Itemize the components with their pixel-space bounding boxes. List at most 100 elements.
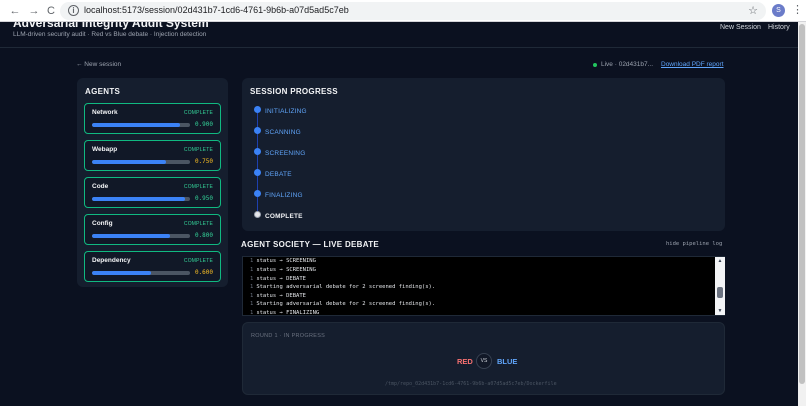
step-dot (254, 148, 261, 155)
app-header: Adversarial Integrity Audit System LLM-d… (0, 22, 806, 48)
agent-card-network[interactable]: Network COMPLETE 0.900 (84, 103, 221, 134)
browser-toolbar: ← → C i localhost:5173/session/02d431b7-… (0, 0, 806, 22)
log-line-number: 1 (250, 267, 254, 273)
agent-progress-fill (92, 123, 181, 127)
bookmark-star-icon[interactable]: ☆ (748, 4, 758, 17)
vs-badge: VS (476, 353, 492, 369)
app-subtitle: LLM-driven security audit · Red vs Blue … (13, 31, 207, 38)
agent-name: Webapp (92, 146, 118, 153)
agent-card-webapp[interactable]: Webapp COMPLETE 0.750 (84, 140, 221, 171)
agent-progress-bar (92, 197, 190, 201)
red-team-label: RED (457, 357, 473, 366)
log-line: 1 status → DEBATE (250, 276, 306, 282)
download-pdf-link[interactable]: Download PDF report (661, 61, 724, 68)
log-line: 1 status → SCREENING (250, 258, 316, 264)
log-text: status → DEBATE (256, 293, 306, 299)
page-scrollbar[interactable] (798, 22, 806, 406)
progress-timeline-line (257, 108, 258, 218)
hide-pipeline-log-toggle[interactable]: hide pipeline log (666, 241, 722, 247)
agent-status-badge: COMPLETE (183, 221, 213, 227)
finding-file-path: /tmp/repo_02d431b7-1cd6-4761-9b6b-a07d5a… (385, 381, 557, 387)
agent-status-badge: COMPLETE (183, 110, 213, 116)
log-scrollbar[interactable]: ▲ ▼ (715, 257, 725, 315)
agent-progress-bar (92, 234, 190, 238)
agent-status-badge: COMPLETE (183, 184, 213, 190)
log-text: status → SCREENING (256, 267, 316, 273)
step-dot (254, 169, 261, 176)
agent-status-badge: COMPLETE (183, 258, 213, 264)
agent-card-code[interactable]: Code COMPLETE 0.950 (84, 177, 221, 208)
step-scanning: SCANNING (265, 129, 301, 136)
agent-progress-fill (92, 197, 186, 201)
session-progress-title: SESSION PROGRESS (250, 87, 338, 96)
agent-score: 0.750 (194, 158, 213, 165)
step-dot (254, 127, 261, 134)
agent-progress-fill (92, 234, 171, 238)
step-initializing: INITIALIZING (265, 108, 307, 115)
back-arrow-icon[interactable]: ← (8, 4, 22, 18)
step-screening: SCREENING (265, 150, 306, 157)
log-line-number: 1 (250, 310, 254, 316)
agent-score: 0.950 (194, 195, 213, 202)
agent-card-config[interactable]: Config COMPLETE 0.800 (84, 214, 221, 245)
profile-avatar[interactable]: S (772, 4, 785, 17)
agent-name: Config (92, 220, 113, 227)
debate-round-panel: ROUND 1 · IN PROGRESS RED VS BLUE /tmp/r… (242, 322, 725, 395)
debate-title: AGENT SOCIETY — LIVE DEBATE (241, 240, 380, 249)
site-info-icon[interactable]: i (68, 5, 79, 16)
log-scroll-thumb[interactable] (717, 287, 723, 298)
step-dot-current (254, 211, 261, 218)
agent-status-badge: COMPLETE (183, 147, 213, 153)
browser-menu-icon[interactable]: ⋮ (792, 3, 803, 16)
log-line: 1 Starting adversarial debate for 2 scree… (250, 284, 435, 290)
new-session-back-link[interactable]: ← New session (76, 61, 121, 68)
url-text[interactable]: localhost:5173/session/02d431b7-1cd6-476… (84, 5, 349, 15)
step-finalizing: FINALIZING (265, 192, 303, 199)
log-text: Starting adversarial debate for 2 screen… (256, 301, 436, 307)
agent-progress-bar (92, 160, 190, 164)
nav-history[interactable]: History (768, 24, 790, 31)
log-line-number: 1 (250, 258, 254, 264)
app-title: Adversarial Integrity Audit System (13, 22, 209, 30)
agents-title: AGENTS (85, 87, 121, 96)
reload-icon[interactable]: C (44, 4, 58, 18)
step-complete: COMPLETE (265, 213, 303, 220)
step-dot (254, 190, 261, 197)
log-text: status → FINALIZING (256, 310, 320, 316)
agent-progress-fill (92, 160, 166, 164)
scroll-up-arrow-icon[interactable]: ▲ (715, 258, 725, 264)
live-status-dot (593, 63, 597, 67)
log-line-number: 1 (250, 301, 254, 307)
agents-panel: AGENTS Network COMPLETE 0.900 Webapp COM… (77, 78, 228, 287)
log-text: status → SCREENING (256, 258, 316, 264)
forward-arrow-icon[interactable]: → (27, 4, 41, 18)
agent-progress-fill (92, 271, 151, 275)
agent-score: 0.900 (194, 121, 213, 128)
agent-name: Dependency (92, 257, 131, 264)
log-line-number: 1 (250, 276, 254, 282)
pipeline-log[interactable]: 1 status → SCREENING 1 status → SCREENING … (242, 256, 725, 316)
agent-progress-bar (92, 123, 190, 127)
address-bar[interactable]: i localhost:5173/session/02d431b7-1cd6-4… (60, 2, 766, 20)
step-debate: DEBATE (265, 171, 292, 178)
log-line-number: 1 (250, 284, 254, 290)
agent-progress-bar (92, 271, 190, 275)
session-progress-panel: SESSION PROGRESS INITIALIZING SCANNING S… (242, 78, 725, 231)
log-text: status → DEBATE (256, 276, 306, 282)
log-line-number: 1 (250, 293, 254, 299)
agent-name: Network (92, 109, 118, 116)
blue-team-label: BLUE (497, 357, 518, 366)
log-line: 1 status → FINALIZING (250, 310, 320, 316)
log-line: 1 status → DEBATE (250, 293, 306, 299)
nav-new-session[interactable]: New Session (720, 24, 761, 31)
agent-score: 0.600 (194, 269, 213, 276)
log-line: 1 Starting adversarial debate for 2 scree… (250, 301, 435, 307)
step-dot (254, 106, 261, 113)
log-line: 1 status → SCREENING (250, 267, 316, 273)
page-scroll-thumb[interactable] (799, 24, 805, 384)
agent-card-dependency[interactable]: Dependency COMPLETE 0.600 (84, 251, 221, 282)
log-text: Starting adversarial debate for 2 screen… (256, 284, 436, 290)
round-status: ROUND 1 · IN PROGRESS (251, 333, 326, 339)
agent-score: 0.800 (194, 232, 213, 239)
scroll-down-arrow-icon[interactable]: ▼ (715, 308, 725, 314)
